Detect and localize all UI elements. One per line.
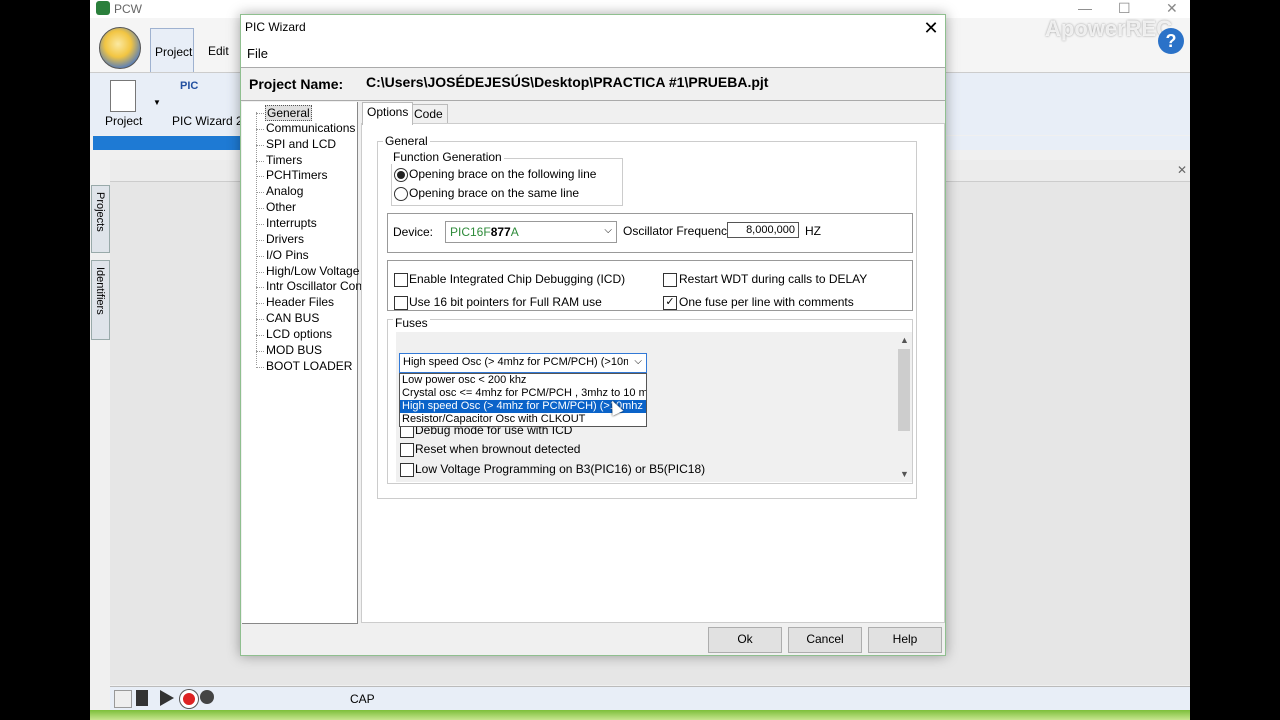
pcw-logo-icon	[96, 1, 110, 15]
dialog-title: PIC Wizard	[245, 20, 306, 34]
watermark: ApowerREC	[1045, 16, 1173, 41]
chevron-down-icon: ⌵	[634, 356, 642, 367]
fuses-legend: Fuses	[393, 316, 430, 330]
play-icon[interactable]	[160, 690, 174, 706]
checkbox-brownout[interactable]	[400, 443, 414, 457]
tree-item[interactable]: High/Low Voltage	[266, 264, 359, 278]
tree-item[interactable]: Header Files	[266, 295, 334, 309]
oscillator-type-select[interactable]: High speed Osc (> 4mhz for PCM/PCH) (>10…	[399, 353, 647, 373]
hz-label: HZ	[805, 224, 821, 238]
lvp-label: Low Voltage Programming on B3(PIC16) or …	[415, 462, 706, 476]
wdt-label: Restart WDT during calls to DELAY	[679, 272, 868, 286]
project-name-row: Project Name: C:\Users\JOSÉDEJESÚS\Deskt…	[241, 67, 945, 101]
tree-item[interactable]: Timers	[266, 153, 302, 167]
radio-brace-same-label: Opening brace on the same line	[409, 186, 580, 200]
minimize-icon[interactable]: —	[1078, 0, 1092, 16]
tree-item[interactable]: MOD BUS	[266, 343, 322, 357]
radio-brace-following-line[interactable]	[394, 168, 408, 182]
project-button[interactable]: Project ▼	[96, 78, 161, 132]
chevron-down-icon: ⌵	[604, 225, 612, 236]
window-close-icon[interactable]: ✕	[1166, 0, 1178, 17]
side-tab-identifiers[interactable]: Identifiers	[91, 260, 110, 340]
tree-item[interactable]: SPI and LCD	[266, 137, 336, 151]
tab-code[interactable]: Code	[409, 104, 448, 125]
dialog-close-icon[interactable]: ✕	[919, 17, 943, 39]
function-generation-legend: Function Generation	[391, 150, 504, 164]
dialog-menu-bar: File	[241, 41, 945, 67]
brownout-label: Reset when brownout detected	[415, 442, 581, 456]
cancel-button[interactable]: Cancel	[788, 627, 862, 653]
side-tab-projects[interactable]: Projects	[91, 185, 110, 253]
maximize-icon[interactable]: ☐	[1118, 0, 1131, 17]
help-icon[interactable]: ?	[1158, 28, 1184, 54]
pic-wizard-icon: PIC	[180, 80, 199, 92]
tab-project[interactable]: Project	[150, 28, 194, 72]
tree-item[interactable]: LCD options	[266, 327, 332, 341]
oscillator-label: Oscillator Frequency:	[623, 224, 737, 238]
app-menu-button[interactable]	[99, 27, 141, 69]
radio-brace-same-line[interactable]	[394, 187, 408, 201]
tree-item[interactable]: PCHTimers	[266, 168, 328, 182]
general-legend: General	[383, 134, 430, 148]
tree-item[interactable]: Intr Oscillator Config	[266, 279, 375, 293]
icd-label: Enable Integrated Chip Debugging (ICD)	[409, 272, 626, 286]
pic-wizard-dialog: PIC Wizard ✕ File Project Name: C:\Users…	[240, 14, 946, 656]
menu-file[interactable]: File	[247, 46, 268, 61]
caps-indicator: CAP	[350, 692, 375, 706]
dropdown-option[interactable]: Low power osc < 200 khz	[400, 374, 646, 387]
device-select[interactable]: PIC16F877A ⌵	[445, 221, 617, 243]
radio-brace-following-label: Opening brace on the following line	[409, 167, 597, 181]
dialog-title-bar: PIC Wizard	[241, 15, 945, 41]
category-tree: General Communications SPI and LCD Timers PC…	[242, 102, 375, 624]
device-label: Device:	[393, 225, 434, 239]
bookmark-icon[interactable]	[136, 690, 148, 706]
pic-wizard-button[interactable]: PIC PIC Wizard 2	[166, 78, 243, 132]
project-name-value: C:\Users\JOSÉDEJESÚS\Desktop\PRACTICA #1…	[366, 74, 769, 90]
project-icon	[107, 80, 137, 112]
checkbox-restart-wdt[interactable]	[663, 273, 677, 287]
close-icon[interactable]: ✕	[1177, 163, 1187, 177]
dropdown-option[interactable]: Crystal osc <= 4mhz for PCM/PCH , 3mhz t…	[400, 387, 646, 400]
record-icon[interactable]	[180, 690, 198, 708]
chevron-down-icon[interactable]: ▼	[153, 98, 161, 107]
tree-item[interactable]: General	[265, 105, 312, 121]
tree-item[interactable]: Drivers	[266, 232, 304, 246]
dropdown-option[interactable]: Resistor/Capacitor Osc with CLKOUT	[400, 413, 646, 426]
checkbox-one-fuse-per-line[interactable]: ✓	[663, 296, 677, 310]
tab-options[interactable]: Options	[362, 102, 414, 125]
tab-strip: Options Code	[359, 102, 945, 125]
checkbox-lvp[interactable]	[400, 463, 414, 477]
oscillator-type-dropdown: Low power osc < 200 khz Crystal osc <= 4…	[399, 373, 647, 427]
help-button[interactable]: Help	[868, 627, 942, 653]
scroll-down-icon[interactable]: ▼	[900, 469, 909, 479]
tree-item[interactable]: CAN BUS	[266, 311, 319, 325]
pcw-title: PCW	[114, 2, 142, 16]
pointers-label: Use 16 bit pointers for Full RAM use	[409, 295, 602, 309]
tab-edit[interactable]: Edit	[200, 28, 240, 72]
status-bar: CAP	[110, 686, 1190, 710]
checkbox-icd[interactable]	[394, 273, 408, 287]
ok-button[interactable]: Ok	[708, 627, 782, 653]
tree-item[interactable]: Other	[266, 200, 296, 214]
tree-item[interactable]: Analog	[266, 184, 303, 198]
one-fuse-label: One fuse per line with comments	[679, 295, 854, 309]
oscillator-frequency-input[interactable]: 8,000,000	[727, 222, 799, 238]
tree-item[interactable]: BOOT LOADER	[266, 359, 352, 373]
scroll-up-icon[interactable]: ▲	[900, 335, 909, 345]
tree-item[interactable]: Communications	[266, 121, 355, 135]
project-name-label: Project Name:	[249, 76, 344, 92]
tree-item[interactable]: Interrupts	[266, 216, 317, 230]
tree-item[interactable]: I/O Pins	[266, 248, 309, 262]
minus-icon[interactable]	[114, 690, 132, 708]
checkbox-16bit-pointers[interactable]	[394, 296, 408, 310]
stop-icon[interactable]	[200, 690, 214, 704]
scrollbar-thumb[interactable]	[898, 349, 910, 431]
taskbar-strip	[90, 710, 1190, 720]
